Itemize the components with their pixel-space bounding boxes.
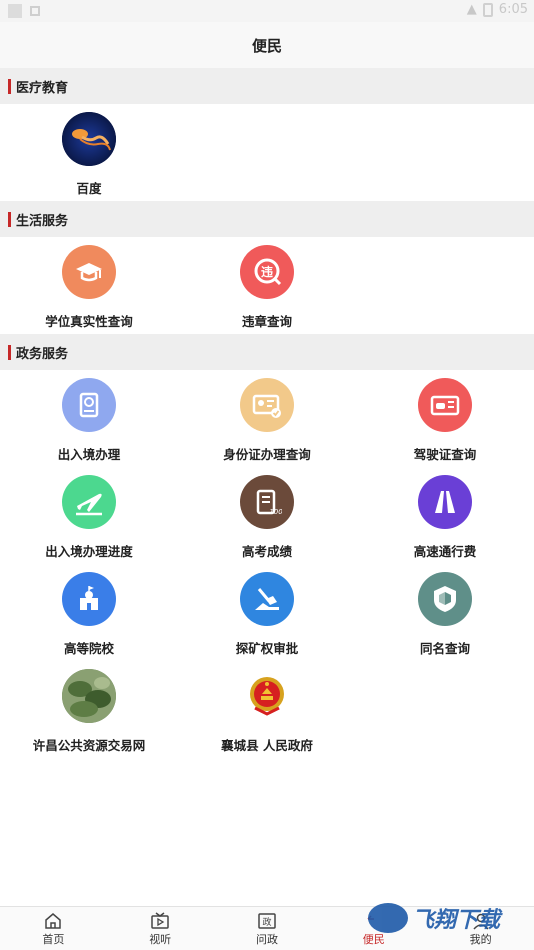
- home-icon: [45, 912, 62, 929]
- service-label: 出入境办理: [57, 447, 121, 462]
- graduation-cap-icon: [62, 245, 116, 299]
- mining-shovel-icon: [240, 572, 294, 626]
- service-label: 襄城县 人民政府: [221, 738, 313, 753]
- section-header-government: 政务服务: [0, 334, 534, 370]
- service-id-card[interactable]: 身份证办理查询: [178, 370, 356, 467]
- clock: 6:05: [498, 2, 528, 17]
- section-title: 生活服务: [16, 213, 69, 229]
- service-exit-entry-progress[interactable]: 出入境办理进度: [0, 467, 178, 564]
- airplane-icon: [62, 475, 116, 529]
- service-xuchang-trading[interactable]: 许昌公共资源交易网: [0, 661, 178, 758]
- id-card-icon: [240, 378, 294, 432]
- section-title: 医疗教育: [16, 80, 69, 96]
- service-same-name-query[interactable]: 同名查询: [356, 564, 534, 661]
- notification-icon: [8, 4, 22, 18]
- service-mining-approval[interactable]: 探矿权审批: [178, 564, 356, 661]
- shield-cube-icon: [418, 572, 472, 626]
- tv-play-icon: [151, 911, 169, 929]
- leaf-photo-icon: [62, 669, 116, 723]
- national-emblem-icon: [240, 669, 294, 723]
- service-degree-verify[interactable]: 学位真实性查询: [0, 237, 178, 334]
- section-accent-bar: [8, 78, 11, 94]
- exam-score-icon: 100: [240, 475, 294, 529]
- section-header-life: 生活服务: [0, 201, 534, 237]
- service-label: 高考成绩: [241, 544, 292, 559]
- service-driver-license[interactable]: 驾驶证查询: [356, 370, 534, 467]
- traffic-violation-icon: 违: [240, 245, 294, 299]
- service-label: 许昌公共资源交易网: [32, 738, 146, 753]
- watermark-text: 飞翔下载: [412, 908, 501, 933]
- driver-license-icon: [418, 378, 472, 432]
- tab-politics[interactable]: 政 问政: [214, 907, 321, 950]
- university-icon: [62, 572, 116, 626]
- service-label: 驾驶证查询: [413, 447, 477, 462]
- section-title: 政务服务: [16, 346, 69, 362]
- tab-label: 问政: [255, 932, 278, 946]
- section-accent-bar: [8, 344, 11, 360]
- service-label: 身份证办理查询: [223, 447, 311, 462]
- battery-icon: [482, 2, 493, 17]
- politics-icon: 政: [258, 912, 276, 929]
- svg-text:违: 违: [261, 264, 273, 279]
- watermark: 飞翔下载: [368, 900, 528, 936]
- signal-icon: ▲: [466, 2, 477, 17]
- svg-text:政: 政: [262, 916, 271, 928]
- tab-home[interactable]: 首页: [0, 907, 107, 950]
- service-universities[interactable]: 高等院校: [0, 564, 178, 661]
- jellyfish-photo-icon: [62, 112, 116, 166]
- section-accent-bar: [8, 211, 11, 227]
- status-bar: ▲ 6:05: [0, 0, 534, 22]
- service-label: 违章查询: [241, 314, 292, 329]
- tab-label: 视听: [149, 932, 172, 946]
- service-highway-toll[interactable]: 高速通行费: [356, 467, 534, 564]
- service-label: 百度: [76, 181, 102, 196]
- service-label: 同名查询: [419, 641, 470, 656]
- service-gaokao-score[interactable]: 100 高考成绩: [178, 467, 356, 564]
- page-header: 便民: [0, 22, 534, 68]
- section-grid-medical: 百度: [0, 104, 534, 201]
- highway-icon: [418, 475, 472, 529]
- service-baidu[interactable]: 百度: [0, 104, 178, 201]
- tab-label: 首页: [42, 932, 65, 946]
- service-label: 探矿权审批: [235, 641, 299, 656]
- passport-icon: [62, 378, 116, 432]
- watermark-logo-icon: [368, 903, 408, 933]
- notification-icon-2: [30, 6, 40, 16]
- section-grid-life: 学位真实性查询 违 违章查询: [0, 237, 534, 334]
- service-label: 高速通行费: [413, 544, 477, 559]
- status-right: ▲ 6:05: [467, 2, 528, 17]
- svg-text:100: 100: [269, 508, 282, 516]
- page-title: 便民: [251, 36, 282, 55]
- service-exit-entry[interactable]: 出入境办理: [0, 370, 178, 467]
- section-header-medical: 医疗教育: [0, 68, 534, 104]
- service-label: 学位真实性查询: [45, 314, 133, 329]
- service-label: 出入境办理进度: [45, 544, 133, 559]
- service-xiangcheng-government[interactable]: 襄城县 人民政府: [178, 661, 356, 758]
- service-label: 高等院校: [63, 641, 114, 656]
- section-grid-government: 出入境办理 身份证办理查询 驾驶证查询 出入境办理进度 100 高考成绩 高速通…: [0, 370, 534, 758]
- tab-media[interactable]: 视听: [107, 907, 214, 950]
- service-traffic-violation[interactable]: 违 违章查询: [178, 237, 356, 334]
